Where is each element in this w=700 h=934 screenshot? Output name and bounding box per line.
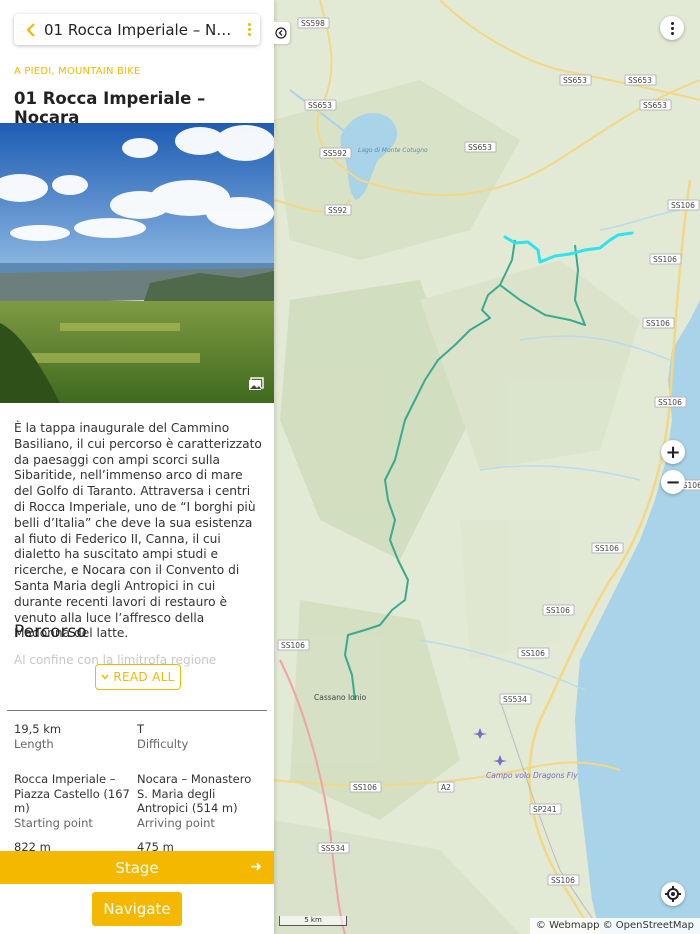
- chevron-down-icon: [101, 674, 109, 680]
- back-button[interactable]: [20, 14, 42, 45]
- road-label: SS653: [308, 101, 332, 110]
- panel-header: 01 Rocca Imperiale – Nocara: [14, 14, 260, 45]
- road-label: SS534: [503, 695, 527, 704]
- road-label: SS106: [653, 255, 677, 264]
- stat-value: Nocara – Monastero S. Maria degli Antrop…: [137, 772, 252, 816]
- road-label: SS653: [563, 76, 587, 85]
- route-description: È la tappa inaugurale del Cammino Basili…: [14, 421, 262, 641]
- road-label: SS598: [301, 19, 325, 28]
- read-all-label: READ ALL: [113, 670, 175, 684]
- stat-label: Arriving point: [137, 815, 215, 830]
- header-title: 01 Rocca Imperiale – Nocara: [44, 20, 238, 39]
- road-label: A2: [441, 783, 451, 792]
- zoom-out-button[interactable]: −: [661, 470, 685, 494]
- stat-start: Rocca Imperiale – Piazza Castello (167 m…: [14, 772, 134, 830]
- crosshair-icon: [665, 886, 681, 902]
- kebab-icon: [670, 21, 674, 35]
- locate-button[interactable]: [661, 882, 685, 906]
- road-label: SS106: [353, 783, 377, 792]
- stat-value: Rocca Imperiale – Piazza Castello (167 m…: [14, 772, 130, 816]
- stat-length: 19,5 km Length: [14, 722, 129, 751]
- map-scale: 5 km: [279, 916, 347, 926]
- route-photo[interactable]: [0, 123, 274, 403]
- map-attribution[interactable]: © Webmapp © OpenStreetMap: [529, 918, 700, 934]
- route-details-panel: 01 Rocca Imperiale – Nocara A PIEDI, MOU…: [0, 0, 274, 934]
- road-label: SP241: [533, 805, 557, 814]
- road-label: SS534: [321, 844, 345, 853]
- collapse-left-icon: [275, 27, 287, 39]
- activity-category: A PIEDI, MOUNTAIN BIKE: [14, 66, 141, 77]
- map-menu-button[interactable]: [660, 16, 684, 40]
- road-label: SS106: [646, 319, 670, 328]
- road-label: SS653: [643, 101, 667, 110]
- zoom-in-button[interactable]: +: [661, 440, 685, 464]
- read-all-button[interactable]: READ ALL: [95, 664, 181, 690]
- stat-value: 19,5 km: [14, 722, 62, 736]
- stat-value: T: [137, 722, 145, 736]
- town-label: Cassano Ionio: [314, 693, 367, 702]
- gallery-icon[interactable]: [248, 377, 264, 391]
- section-heading: Percorso: [14, 622, 87, 642]
- road-label: SS106: [671, 201, 695, 210]
- airport-label: Campo volo Dragons Fly: [486, 771, 578, 780]
- road-label: SS106: [281, 641, 305, 650]
- road-label: SS106: [546, 606, 570, 615]
- road-label: SS106: [551, 876, 575, 885]
- chevron-left-icon: [26, 22, 35, 37]
- navigate-button[interactable]: Navigate: [92, 892, 182, 926]
- road-label: SS653: [468, 143, 492, 152]
- road-label: SS92: [328, 206, 347, 215]
- stat-end: Nocara – Monastero S. Maria degli Antrop…: [137, 772, 263, 830]
- stage-label: Stage: [115, 858, 159, 877]
- stat-label: Starting point: [14, 815, 93, 830]
- header-menu-button[interactable]: [238, 14, 260, 45]
- road-label: SS653: [628, 76, 652, 85]
- road-label: SS106: [521, 649, 545, 658]
- stat-label: Length: [14, 736, 54, 751]
- stat-label: Difficulty: [137, 736, 189, 751]
- stat-difficulty: T Difficulty: [137, 722, 262, 751]
- lake-label: Lago di Monte Cotugno: [358, 147, 428, 154]
- landscape-image: [0, 123, 274, 403]
- road-label: SS106: [658, 398, 682, 407]
- road-label: SS592: [323, 149, 347, 158]
- divider: [7, 710, 267, 711]
- route-title: 01 Rocca Imperiale – Nocara: [14, 89, 206, 127]
- road-label: SS106: [595, 544, 619, 553]
- stage-button[interactable]: Stage ➜: [0, 851, 274, 884]
- collapse-panel-button[interactable]: [272, 22, 290, 44]
- arrow-right-icon: ➜: [250, 859, 262, 875]
